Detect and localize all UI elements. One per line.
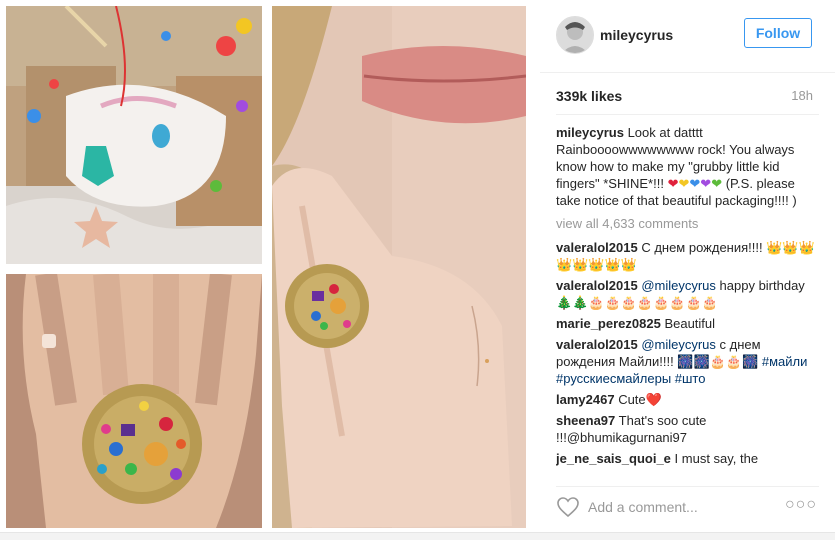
list-item: valeralol2015 С днем рождения!!!! 👑👑👑👑👑👑…: [556, 239, 821, 273]
caption: mileycyrus Look at datttt Rainboooowwwww…: [556, 124, 821, 209]
username[interactable]: mileycyrus: [600, 27, 673, 43]
list-item: valeralol2015 @mileycyrus happy birthday…: [556, 277, 821, 311]
list-item: valeralol2015 @mileycyrus с днем рождени…: [556, 336, 821, 387]
comment-username[interactable]: sheena97: [556, 413, 615, 428]
comment-username[interactable]: valeralol2015: [556, 278, 638, 293]
yellow-heart-emoji-icon: ❤: [678, 176, 690, 191]
view-all-comments-link[interactable]: view all 4,633 comments: [556, 215, 821, 232]
post-header: mileycyrus Follow: [540, 0, 835, 73]
comment-mention[interactable]: @mileycyrus: [641, 337, 716, 352]
more-options-icon[interactable]: ○○○: [785, 496, 817, 514]
comment-username[interactable]: je_ne_sais_quoi_e: [556, 451, 671, 466]
photo-grid: [0, 0, 538, 539]
purple-heart-emoji-icon: ❤: [700, 176, 712, 191]
add-comment-input[interactable]: Add a comment...: [588, 499, 698, 515]
list-item: lamy2467 Cute❤️: [556, 391, 821, 408]
selfie-image: [272, 6, 526, 528]
list-item: marie_perez0825 Beautiful: [556, 315, 821, 332]
photo-ring-hand[interactable]: [6, 274, 262, 528]
avatar-icon: [557, 17, 593, 53]
comment-text: I must say, the: [674, 451, 759, 466]
blue-heart-emoji-icon: ❤: [689, 176, 701, 191]
likes-count[interactable]: 339k likes: [556, 88, 622, 104]
divider-top: [556, 114, 819, 115]
comment-username[interactable]: lamy2467: [556, 392, 615, 407]
comment-username[interactable]: valeralol2015: [556, 240, 638, 255]
heart-outline-icon[interactable]: [556, 496, 580, 518]
comment-text: Cute❤️: [618, 392, 662, 407]
comment-username[interactable]: valeralol2015: [556, 337, 638, 352]
post-time[interactable]: 18h: [791, 88, 813, 103]
comment-text: Beautiful: [664, 316, 716, 331]
photo-gift-box[interactable]: [6, 6, 262, 264]
list-item: je_ne_sais_quoi_e I must say, the: [556, 450, 821, 467]
heart-emoji-icon: ❤: [667, 176, 679, 191]
comment-username[interactable]: marie_perez0825: [556, 316, 661, 331]
photo-selfie-ring[interactable]: [272, 6, 526, 528]
post-details-panel: mileycyrus Follow 339k likes 18h mileycy…: [540, 0, 835, 539]
gift-box-image: [6, 6, 262, 264]
comment-bar: Add a comment... ○○○: [540, 487, 835, 527]
list-item: sheena97 That's soo cute !!!@bhumikagurn…: [556, 412, 821, 446]
green-heart-emoji-icon: ❤: [711, 176, 723, 191]
comment-mention[interactable]: @mileycyrus: [641, 278, 716, 293]
follow-button[interactable]: Follow: [744, 18, 812, 48]
avatar[interactable]: [556, 16, 594, 54]
caption-username[interactable]: mileycyrus: [556, 125, 624, 140]
comments-list[interactable]: mileycyrus Look at datttt Rainboooowwwww…: [556, 124, 821, 478]
ring-hand-image: [6, 274, 262, 528]
